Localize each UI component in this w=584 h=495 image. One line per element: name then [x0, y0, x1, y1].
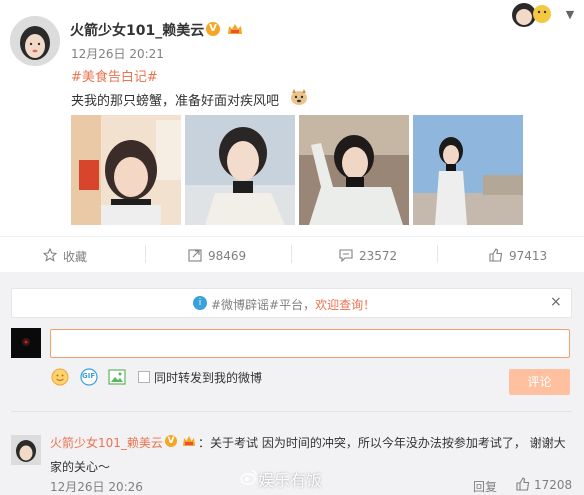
chevron-down-icon[interactable]: ▼ — [563, 8, 577, 22]
action-separator — [437, 245, 438, 263]
doge-emoji-icon — [289, 88, 309, 106]
author-avatar[interactable] — [10, 16, 60, 66]
close-icon[interactable]: × — [550, 294, 562, 310]
also-forward-checkbox[interactable] — [138, 371, 150, 383]
gif-label: GIF — [82, 372, 96, 380]
weibo-logo-icon — [240, 469, 258, 485]
post-photo-3[interactable] — [299, 115, 409, 225]
crown-icon — [181, 435, 197, 447]
comment-count: 23572 — [359, 249, 398, 263]
info-icon: i — [193, 296, 207, 310]
thumbs-up-icon — [489, 247, 503, 265]
post-photo-2[interactable] — [185, 115, 295, 225]
comment-button[interactable]: 23572 — [339, 247, 397, 265]
forward-count: 98469 — [208, 249, 247, 263]
post-photo-4[interactable] — [413, 115, 523, 225]
commenter-avatar[interactable] — [11, 435, 41, 465]
comment-input[interactable] — [50, 329, 570, 358]
notice-prefix[interactable]: #微博辟谣#平台， — [211, 298, 315, 312]
corner-user-avatar-icon[interactable] — [504, 0, 560, 30]
post-photo-1[interactable] — [71, 115, 181, 225]
divider — [11, 411, 572, 412]
comment-text-line-2: 家的关心～ — [50, 460, 111, 474]
reply-button[interactable]: 回复 — [473, 478, 497, 495]
verified-icon: V — [206, 22, 220, 36]
comment-like-count: 17208 — [534, 478, 573, 492]
also-forward-label: 同时转发到我的微博 — [154, 371, 263, 385]
submit-comment-button[interactable]: 评论 — [509, 369, 570, 395]
thumbs-up-icon — [516, 476, 530, 494]
post-time[interactable]: 12月26日 20:21 — [71, 45, 164, 62]
forward-button[interactable]: 98469 — [188, 247, 246, 265]
post-text: 夹我的那只螃蟹，准备好面对疾风吧 — [71, 94, 280, 109]
notice-text: #微博辟谣#平台，欢迎查询！ — [211, 296, 375, 313]
star-icon — [42, 247, 58, 265]
notice-link[interactable]: 欢迎查询！ — [315, 298, 375, 312]
post-hashtag[interactable]: #美食告白记# — [71, 66, 158, 85]
forward-icon — [188, 248, 202, 265]
watermark-text: 娱乐有饭 — [258, 471, 323, 490]
like-count: 97413 — [509, 249, 548, 263]
action-separator — [145, 245, 146, 263]
favorite-button[interactable]: 收藏 — [42, 247, 88, 265]
comment-text-line-1: ：关于考试 因为时间的冲突，所以今年没办法按参加考试了， 谢谢大 — [198, 436, 566, 450]
divider — [0, 236, 584, 237]
comment-time: 12月26日 20:26 — [50, 480, 143, 494]
gif-icon[interactable]: GIF — [80, 368, 98, 386]
comment-icon — [339, 248, 353, 265]
verified-icon: V — [165, 435, 177, 447]
my-avatar — [11, 328, 41, 358]
comment-like-button[interactable]: 17208 — [516, 476, 573, 494]
image-icon[interactable] — [108, 368, 126, 386]
crown-icon — [226, 22, 244, 36]
action-separator — [291, 245, 292, 263]
emoji-icon[interactable] — [51, 368, 69, 386]
author-name[interactable]: 火箭少女101_赖美云 — [70, 20, 204, 40]
commenter-name[interactable]: 火箭少女101_赖美云 — [50, 434, 163, 451]
like-button[interactable]: 97413 — [489, 247, 547, 265]
favorite-label: 收藏 — [63, 249, 88, 264]
